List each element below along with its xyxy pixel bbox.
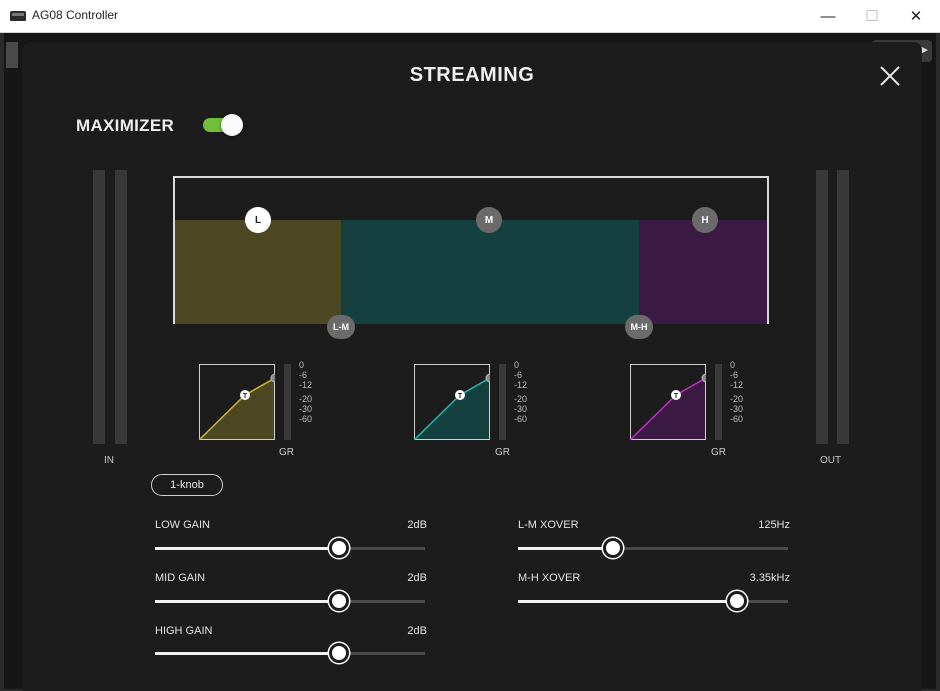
mid-gain-value: 2dB <box>407 572 427 584</box>
minimize-button[interactable]: — <box>806 0 850 32</box>
window-title: AG08 Controller <box>32 8 119 22</box>
mid-gain-label: MID GAIN <box>155 572 206 584</box>
mid-band-handle[interactable]: M <box>476 207 502 233</box>
low-compressor-graph[interactable]: T <box>199 364 275 440</box>
lm-xover-thumb[interactable] <box>602 538 623 558</box>
mh-xover-slider[interactable] <box>518 591 788 611</box>
low-gain-label: LOW GAIN <box>155 519 211 531</box>
low-band-handle[interactable]: L <box>245 207 271 233</box>
modal-title: STREAMING <box>409 64 535 86</box>
out-meter-right <box>837 170 849 444</box>
low-gr-label: GR <box>279 447 294 458</box>
close-icon[interactable] <box>878 64 902 88</box>
band-low <box>175 220 341 324</box>
high-gain-thumb[interactable] <box>328 643 349 663</box>
maximize-button[interactable]: ☐ <box>850 0 894 32</box>
low-gain-thumb[interactable] <box>328 538 349 558</box>
lm-xover-slider[interactable] <box>518 538 788 558</box>
app-icon <box>10 11 26 21</box>
band-high <box>639 220 767 324</box>
one-knob-button[interactable]: 1-knob <box>151 474 223 496</box>
toggle-knob <box>221 114 243 136</box>
high-compressor-graph[interactable]: T <box>630 364 706 440</box>
mh-xover-label: M-H XOVER <box>518 572 581 584</box>
mid-gain-slider[interactable] <box>155 591 425 611</box>
high-gain-slider[interactable] <box>155 643 425 663</box>
low-gr-meter <box>284 364 291 440</box>
mh-xover-value: 3.35kHz <box>749 572 790 584</box>
high-threshold-marker: T <box>674 393 679 400</box>
low-threshold-marker: T <box>243 393 248 400</box>
mh-crossover-handle[interactable]: M-H <box>625 315 653 339</box>
lm-xover-fill <box>518 547 613 550</box>
lm-crossover-handle[interactable]: L-M <box>327 315 355 339</box>
low-gain-value: 2dB <box>407 519 427 531</box>
high-gain-value: 2dB <box>407 625 427 637</box>
mid-gr-meter <box>499 364 506 440</box>
band-mid <box>341 220 639 324</box>
high-gr-scale: 0 -6 -12 -20 -30 -60 <box>730 360 744 424</box>
lm-xover-value: 125Hz <box>758 519 790 531</box>
maximizer-label: MAXIMIZER <box>76 116 175 135</box>
band-display[interactable] <box>173 176 769 324</box>
in-label: IN <box>104 455 114 466</box>
low-gr-scale: 0 -6 -12 -20 -30 -60 <box>299 360 313 424</box>
mh-xover-thumb[interactable] <box>726 591 747 611</box>
in-meter-left <box>93 170 105 444</box>
mid-gr-label: GR <box>495 447 510 458</box>
high-gain-fill <box>155 652 339 655</box>
out-meter-left <box>816 170 828 444</box>
streaming-modal: STREAMING MAXIMIZER IN OUT L M H L-M M-H… <box>22 42 922 691</box>
low-gain-slider[interactable] <box>155 538 425 558</box>
mid-threshold-marker: T <box>458 393 463 400</box>
high-gr-label: GR <box>711 447 726 458</box>
low-gain-fill <box>155 547 339 550</box>
mid-compressor-graph[interactable]: T <box>414 364 490 440</box>
window-titlebar: AG08 Controller — ☐ ✕ <box>0 0 940 33</box>
maximizer-toggle[interactable] <box>203 114 243 136</box>
window-close-button[interactable]: ✕ <box>894 0 938 32</box>
mid-gain-thumb[interactable] <box>328 591 349 611</box>
high-gain-label: HIGH GAIN <box>155 625 213 637</box>
high-gr-meter <box>715 364 722 440</box>
in-meter-right <box>115 170 127 444</box>
background-control <box>6 42 18 68</box>
mh-xover-fill <box>518 600 737 603</box>
mid-gr-scale: 0 -6 -12 -20 -30 -60 <box>514 360 528 424</box>
high-band-handle[interactable]: H <box>692 207 718 233</box>
out-label: OUT <box>820 455 842 466</box>
lm-xover-label: L-M XOVER <box>518 519 579 531</box>
mid-gain-fill <box>155 600 339 603</box>
